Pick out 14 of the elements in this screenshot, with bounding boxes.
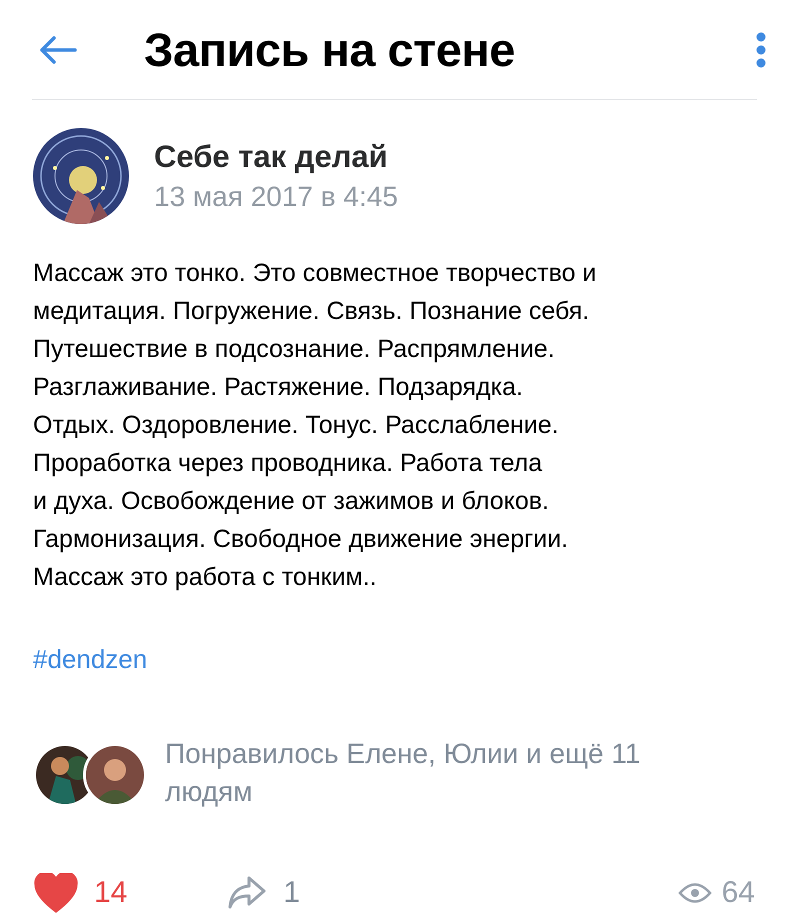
post-date: 13 мая 2017 в 4:45 [154, 181, 398, 213]
more-icon [756, 32, 766, 68]
share-icon [227, 875, 268, 911]
post-text: Массаж это тонко. Это совместное творчество и медитация. Погружение. Связь. Познание себя. Путешествие в подсознание. Распрямление. Разглаживание. Растяжение. Подзарядка. Отдых. Оздоровление. Тонус. Расслабление. Проработка через проводника. Работа тела и духа. Освобождение от зажимов и блоков. Гармонизация. Свободное движение энергии. Массаж это работа с тонким.. [33, 258, 598, 593]
eye-icon [678, 882, 712, 904]
share-button[interactable]: 1 [227, 873, 300, 913]
likes-summary[interactable]: Понравилось Елене, Юлии и ещё 11 людям [165, 735, 640, 811]
author-name[interactable]: Себе так делай [154, 139, 398, 175]
page-title: Запись на стене [144, 22, 516, 77]
back-arrow-icon [39, 34, 77, 64]
hashtag-link[interactable]: #dendzen [33, 644, 148, 675]
views-count: 64 [722, 876, 755, 910]
like-button[interactable]: 14 [34, 873, 128, 913]
heart-icon [34, 873, 78, 913]
